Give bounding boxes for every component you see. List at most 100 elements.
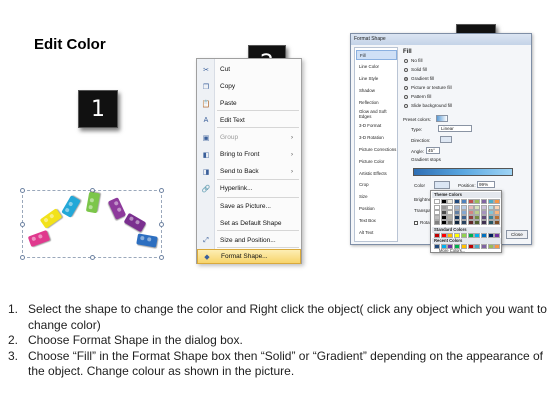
- position-value: 99%: [479, 182, 489, 187]
- preset-colors-dropdown[interactable]: [436, 115, 448, 122]
- color-swatch[interactable]: [480, 220, 487, 225]
- lego-brick-shape[interactable]: [123, 212, 147, 233]
- dialog-nav-item[interactable]: Size: [356, 192, 397, 202]
- lego-brick-shape[interactable]: [27, 229, 51, 248]
- color-swatch[interactable]: [454, 233, 461, 238]
- fill-option-radio[interactable]: [404, 68, 408, 72]
- menu-item-set-as-default-shape[interactable]: Set as Default Shape: [197, 216, 301, 231]
- color-swatch[interactable]: [434, 220, 440, 225]
- color-swatch[interactable]: [447, 199, 454, 204]
- color-swatch[interactable]: [460, 244, 467, 249]
- color-swatch[interactable]: [454, 199, 461, 204]
- fill-option-radio[interactable]: [404, 104, 408, 108]
- dialog-nav-item[interactable]: Artistic Effects: [356, 168, 397, 178]
- fill-option-radio[interactable]: [404, 77, 408, 81]
- menu-item-hyperlink[interactable]: 🔗 Hyperlink...: [197, 181, 301, 196]
- color-swatch[interactable]: [460, 199, 467, 204]
- dialog-nav-item[interactable]: Shadow: [356, 85, 397, 95]
- color-swatch[interactable]: [494, 244, 501, 249]
- color-swatch[interactable]: [447, 220, 454, 225]
- angle-input[interactable]: 45°: [426, 147, 440, 154]
- color-swatch[interactable]: [474, 233, 481, 238]
- color-swatch[interactable]: [447, 233, 454, 238]
- position-input[interactable]: 99%: [477, 181, 495, 188]
- color-swatch[interactable]: [494, 220, 501, 225]
- dialog-nav-item[interactable]: Fill: [356, 50, 397, 60]
- color-swatch[interactable]: [440, 199, 447, 204]
- menu-item-format-shape[interactable]: ◆ Format Shape...: [197, 249, 301, 264]
- close-button[interactable]: Close: [506, 230, 528, 239]
- lego-brick-shape[interactable]: [136, 233, 158, 248]
- resize-handle[interactable]: [159, 222, 164, 227]
- rotate-checkbox[interactable]: [414, 221, 418, 225]
- color-swatch[interactable]: [480, 233, 487, 238]
- color-swatch[interactable]: [487, 244, 494, 249]
- dialog-nav-item[interactable]: 3-D Rotation: [356, 133, 397, 143]
- dialog-nav-item[interactable]: Picture Color: [356, 156, 397, 166]
- menu-item-cut[interactable]: ✂ Cut: [197, 62, 301, 77]
- fill-option-radio[interactable]: [404, 86, 408, 90]
- resize-handle[interactable]: [20, 255, 25, 260]
- color-picker-button[interactable]: [434, 181, 450, 189]
- type-select[interactable]: Linear: [438, 125, 472, 132]
- resize-handle[interactable]: [90, 255, 95, 260]
- color-swatch[interactable]: [454, 244, 461, 249]
- lego-brick-shape[interactable]: [61, 195, 81, 218]
- dialog-nav-item[interactable]: Picture Corrections: [356, 144, 397, 154]
- fill-option-radio[interactable]: [404, 59, 408, 63]
- menu-item-save-as-picture[interactable]: Save as Picture...: [197, 199, 301, 214]
- resize-handle[interactable]: [159, 188, 164, 193]
- dialog-nav-item[interactable]: Position: [356, 203, 397, 213]
- dialog-nav-item[interactable]: 3-D Format: [356, 121, 397, 131]
- dialog-nav-item[interactable]: Line Style: [356, 74, 397, 84]
- color-swatch[interactable]: [467, 233, 474, 238]
- color-swatch[interactable]: [467, 244, 474, 249]
- menu-item-bring-to-front[interactable]: ◧ Bring to Front ›: [197, 147, 301, 162]
- instruction-number: 2.: [8, 333, 19, 347]
- fill-option-radio[interactable]: [404, 95, 408, 99]
- menu-item-size-and-position[interactable]: ⤢ Size and Position...: [197, 233, 301, 248]
- menu-item-paste[interactable]: 📋 Paste: [197, 96, 301, 111]
- lego-brick-shape[interactable]: [107, 197, 127, 220]
- selected-shape-group[interactable]: [20, 188, 164, 260]
- color-swatch[interactable]: [460, 233, 467, 238]
- color-swatch[interactable]: [434, 233, 440, 238]
- color-swatch[interactable]: [487, 233, 494, 238]
- color-swatch[interactable]: [494, 199, 501, 204]
- menu-item-send-to-back[interactable]: ◨ Send to Back ›: [197, 164, 301, 179]
- dialog-nav-item[interactable]: Glow and Soft Edges: [356, 109, 397, 119]
- direction-dropdown[interactable]: [440, 136, 452, 143]
- color-swatch[interactable]: [454, 220, 461, 225]
- dialog-nav-item[interactable]: Alt Text: [356, 227, 397, 237]
- color-swatch[interactable]: [440, 220, 447, 225]
- color-swatch[interactable]: [434, 244, 440, 249]
- resize-handle[interactable]: [20, 188, 25, 193]
- dialog-nav-item[interactable]: Text Box: [356, 215, 397, 225]
- color-swatch[interactable]: [467, 220, 474, 225]
- color-swatch[interactable]: [487, 220, 494, 225]
- color-swatch[interactable]: [474, 244, 481, 249]
- dialog-nav-item[interactable]: Crop: [356, 180, 397, 190]
- color-swatch[interactable]: [480, 244, 487, 249]
- menu-item-copy[interactable]: ❐ Copy: [197, 79, 301, 94]
- menu-item-edit-text[interactable]: A Edit Text: [197, 113, 301, 128]
- color-swatch[interactable]: [440, 244, 447, 249]
- gradient-stops-bar[interactable]: [413, 168, 513, 176]
- color-swatch[interactable]: [460, 220, 467, 225]
- dialog-nav-item[interactable]: Reflection: [356, 97, 397, 107]
- lego-brick-shape[interactable]: [85, 191, 101, 214]
- resize-handle[interactable]: [159, 255, 164, 260]
- color-swatch[interactable]: [494, 233, 501, 238]
- lego-brick-shape[interactable]: [39, 208, 63, 229]
- color-swatch[interactable]: [474, 220, 481, 225]
- color-swatch[interactable]: [467, 199, 474, 204]
- menu-item-group[interactable]: ▣ Group ›: [197, 130, 301, 145]
- dialog-nav-item[interactable]: Line Color: [356, 62, 397, 72]
- color-swatch[interactable]: [447, 244, 454, 249]
- color-swatch[interactable]: [487, 199, 494, 204]
- resize-handle[interactable]: [20, 222, 25, 227]
- color-swatch[interactable]: [480, 199, 487, 204]
- color-swatch[interactable]: [434, 199, 440, 204]
- color-swatch[interactable]: [474, 199, 481, 204]
- color-swatch[interactable]: [440, 233, 447, 238]
